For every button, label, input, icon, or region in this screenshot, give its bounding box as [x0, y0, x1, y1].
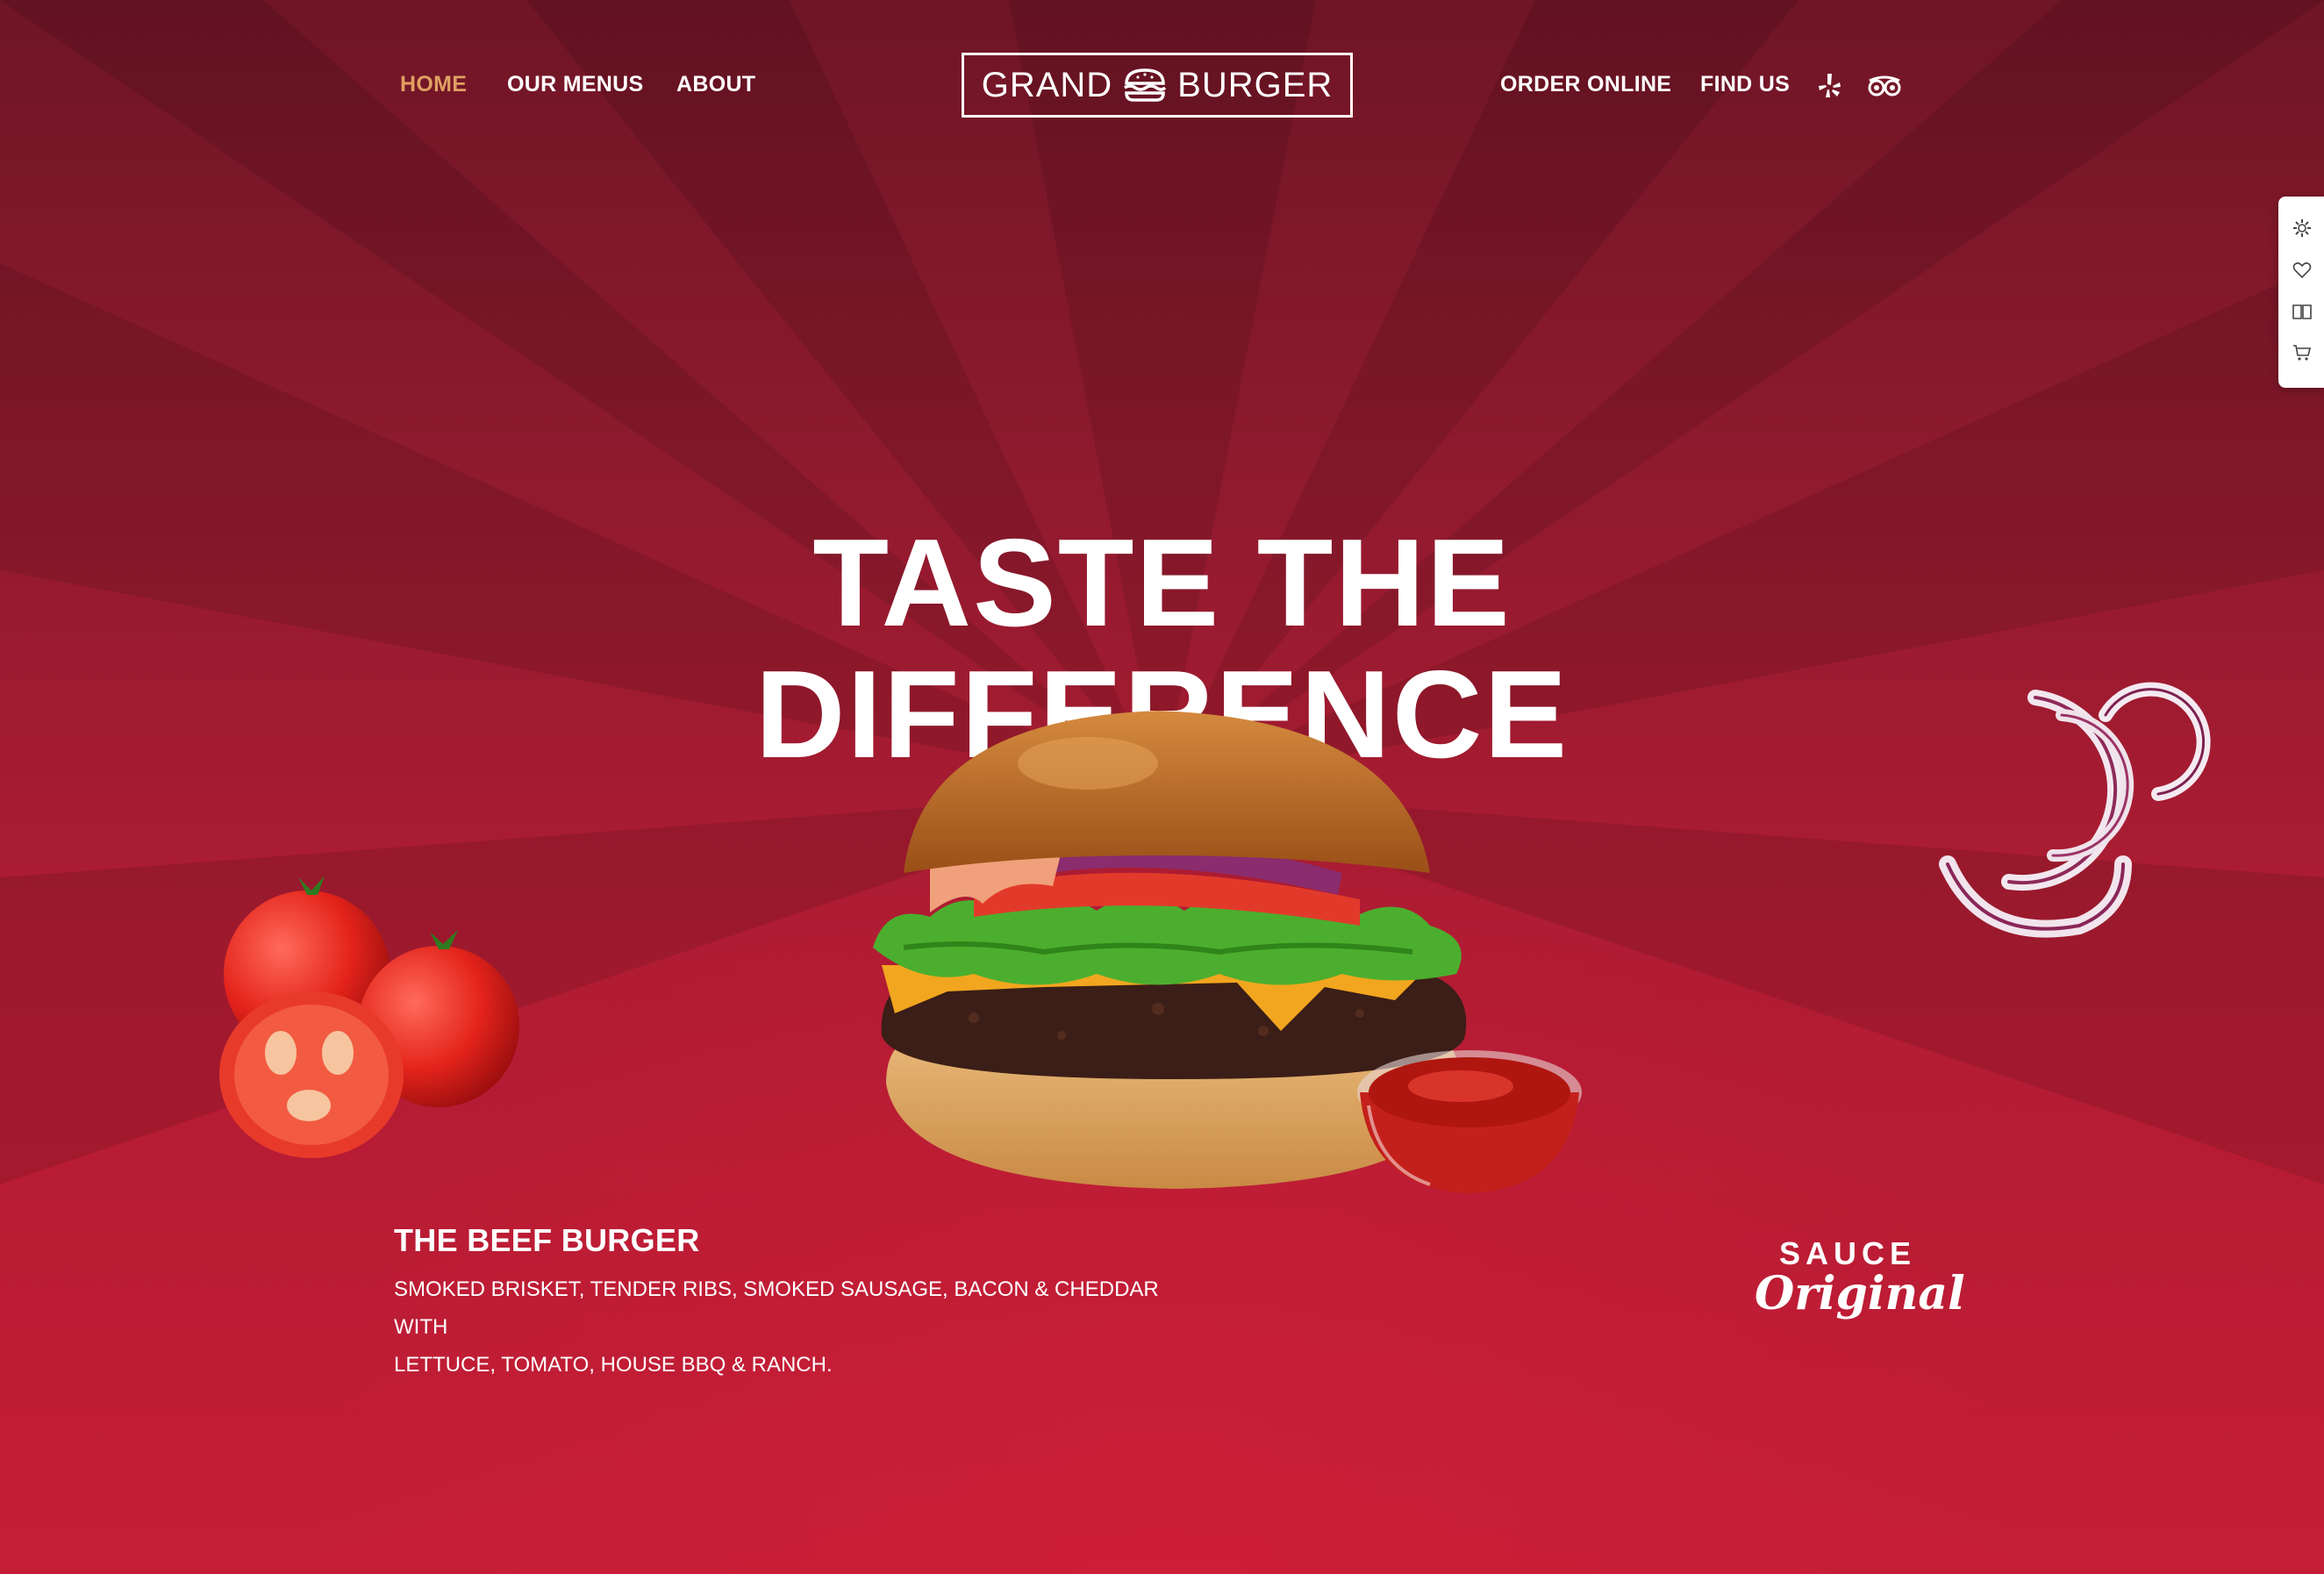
tomatoes-image [219, 876, 519, 1158]
product-description-line-2: LETTUCE, TOMATO, HOUSE BBQ & RANCH. [394, 1353, 833, 1377]
cart-icon[interactable] [2292, 342, 2313, 363]
sauce-bowl-image [1357, 1050, 1582, 1193]
nav-our-menus-link[interactable]: OUR MENUS [507, 72, 643, 97]
badge-original-text: Original [1755, 1267, 1965, 1320]
nav-home-link[interactable]: HOME [400, 72, 467, 97]
nav-order-online-link[interactable]: ORDER ONLINE [1500, 72, 1671, 97]
nav-find-us-link[interactable]: FIND US [1700, 72, 1790, 97]
gear-icon[interactable] [2292, 218, 2313, 239]
top-navigation: HOME OUR MENUS ABOUT GRAND BURGER ORDER … [0, 0, 2324, 175]
heart-icon[interactable] [2292, 260, 2313, 281]
nav-about-link[interactable]: ABOUT [676, 72, 755, 97]
hero-title-line-1: TASTE THE [812, 513, 1512, 653]
product-title: THE BEEF BURGER [394, 1222, 700, 1258]
book-icon[interactable] [2292, 301, 2313, 322]
side-toolbar [2278, 197, 2324, 388]
logo-word-burger: BURGER [1177, 65, 1334, 104]
sauce-original-badge: SAUCE Original [1755, 1235, 1965, 1341]
logo-word-grand: GRAND [981, 65, 1113, 104]
site-logo[interactable]: GRAND BURGER [962, 53, 1353, 118]
product-description-line-1: SMOKED BRISKET, TENDER RIBS, SMOKED SAUS… [394, 1277, 1159, 1339]
product-description: SMOKED BRISKET, TENDER RIBS, SMOKED SAUS… [394, 1270, 1183, 1384]
tripadvisor-icon[interactable] [1867, 70, 1902, 102]
yelp-icon[interactable] [1814, 70, 1846, 102]
burger-logo-icon [1124, 68, 1167, 102]
